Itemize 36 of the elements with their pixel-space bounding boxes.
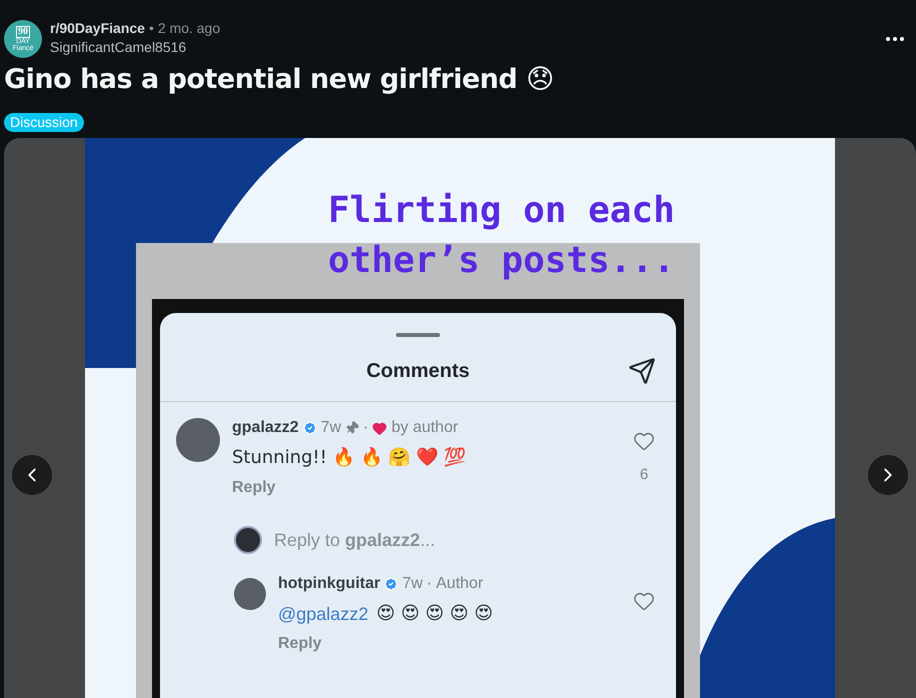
username[interactable]: gpalazz2 (232, 418, 299, 438)
comment-text: 😍 😍 😍 😍 😍 (376, 602, 494, 626)
headline-text: Flirting on each (328, 189, 675, 233)
send-icon[interactable] (628, 357, 656, 385)
headline-text: other’s posts... (328, 239, 675, 283)
username[interactable]: hotpinkguitar (278, 574, 380, 594)
dot-separator: • (148, 19, 154, 38)
reply-button[interactable]: Reply (278, 634, 322, 654)
avatar (234, 578, 266, 610)
previous-button[interactable] (12, 455, 52, 495)
author-label: Author (436, 574, 484, 594)
avatar (176, 418, 220, 462)
like-count: 6 (640, 465, 648, 485)
more-icon (886, 37, 904, 41)
dot-separator: · (426, 574, 432, 594)
author-label: by author (391, 418, 458, 438)
comment-text: Stunning!! 🔥 🔥 🤗 ❤ 💯 (232, 446, 466, 470)
mention-link[interactable]: @gpalazz2 (278, 602, 368, 626)
author-name[interactable]: SignificantCamel8516 (50, 38, 220, 57)
post-title: Gino has a potential new girlfriend 😞 (3, 63, 555, 97)
sheet-title: Comments (366, 359, 470, 384)
dot-separator: · (363, 418, 368, 438)
comment-time: 7w (320, 418, 342, 438)
subreddit-link[interactable]: r/90DayFiance (50, 19, 145, 38)
reply-input-field[interactable]: Reply to gpalazz2... (274, 526, 436, 554)
avatar (234, 526, 262, 554)
like-heart-icon[interactable] (633, 430, 655, 452)
post-time: 2 mo. ago (158, 19, 220, 38)
logo-text: 90 (16, 26, 30, 38)
more-options-button[interactable] (886, 37, 904, 41)
next-button[interactable] (868, 455, 908, 495)
like-heart-icon[interactable] (633, 590, 655, 612)
comment-time: 7w (402, 574, 423, 594)
drag-handle[interactable] (396, 333, 440, 337)
flair-tag[interactable]: Discussion (4, 113, 84, 132)
reply-button[interactable]: Reply (232, 478, 276, 498)
